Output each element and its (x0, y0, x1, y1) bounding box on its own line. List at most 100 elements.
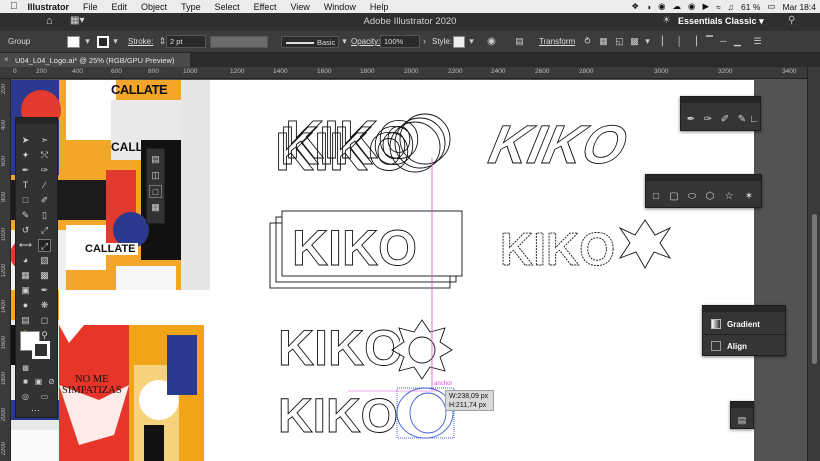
menu-window[interactable]: Window (324, 2, 356, 12)
selection-tool-icon[interactable]: ➤ (19, 134, 32, 147)
search-icon[interactable]: ⚲ (788, 15, 795, 26)
tools-panel-header[interactable] (16, 118, 57, 124)
shaper-tool-icon[interactable]: ✎ (19, 209, 32, 222)
menu-effect[interactable]: Effect (254, 2, 277, 12)
lasso-tool-icon[interactable]: ⤲ (38, 149, 51, 162)
menu-file[interactable]: File (83, 2, 98, 12)
vertical-ruler[interactable]: 200 400 600 800 1000 1200 1400 1600 1800… (0, 79, 11, 461)
reference-point-icon[interactable]: ▦ (598, 36, 609, 47)
volume-icon[interactable]: ♫ (728, 2, 734, 12)
panel-menu-icon[interactable]: ☰ (752, 36, 763, 47)
battery-icon[interactable]: ▭ (767, 1, 775, 12)
draw-mode-icon[interactable]: ◎ (19, 390, 32, 403)
align-icon[interactable]: ▤ (514, 36, 525, 47)
stroke-weight-field[interactable]: 2 pt (166, 35, 206, 48)
align-top-icon[interactable]: ▔ (704, 36, 715, 47)
wifi-icon[interactable]: ≈ (716, 2, 721, 12)
polygon-shape-icon[interactable]: ⬡ (703, 191, 717, 203)
workspace-switcher[interactable]: Essentials Classic ▾ (678, 14, 774, 29)
opacity-dropdown-icon[interactable]: › (419, 36, 430, 47)
brush-shapes-panel-header[interactable] (681, 97, 760, 103)
style-dropdown-icon[interactable]: ▾ (466, 36, 477, 47)
ellipse-shape-icon[interactable]: ⬭ (685, 191, 699, 203)
cloud-icon[interactable]: ☁ (673, 1, 682, 12)
scale-tool-icon[interactable]: ⤢ (38, 224, 51, 237)
stroke-color-box[interactable] (32, 341, 50, 359)
play-icon[interactable]: ▶ (702, 1, 709, 12)
shield-icon[interactable]: ◑ (646, 2, 651, 12)
close-tab-icon[interactable]: × (4, 55, 9, 64)
paintbrush-tool-icon[interactable]: ✐ (38, 194, 51, 207)
shape-tools-panel-header[interactable] (646, 175, 761, 181)
edit-toolbar-icon[interactable]: ⋯ (29, 404, 42, 417)
apple-menu-icon[interactable]:  (10, 1, 18, 12)
document-tab[interactable]: × U04_L04_Logo.ai* @ 25% (RGB/GPU Previe… (0, 53, 190, 67)
dropbox-icon[interactable]: ❖ (631, 1, 639, 12)
flyout-perspective-icon[interactable]: ▦ (149, 201, 162, 214)
variable-width-profile[interactable] (210, 36, 268, 48)
live-paint-tool-icon[interactable]: ▧ (38, 254, 51, 267)
gradient-mode-icon[interactable]: ▣ (32, 375, 45, 388)
flyout-free-transform-icon[interactable]: □ (149, 185, 162, 198)
pen-tool-icon[interactable]: ✒ (19, 164, 32, 177)
brush-tool-5-icon[interactable]: ∟ (747, 114, 761, 126)
align-bottom-icon[interactable]: ▁ (732, 36, 743, 47)
rectangle-shape-icon[interactable]: □ (649, 191, 663, 203)
gradient-panel-button[interactable]: Gradient (703, 314, 787, 335)
rectangle-tool-icon[interactable]: □ (19, 194, 32, 207)
menu-app-name[interactable]: Illustrator (28, 2, 70, 12)
menu-edit[interactable]: Edit (112, 2, 128, 12)
properties-panel-icon[interactable]: ▤ (735, 414, 749, 426)
artboard-tool-icon[interactable]: ◻ (38, 314, 51, 327)
align-right-icon[interactable]: ▕ (688, 36, 699, 47)
scrollbar-thumb[interactable] (812, 214, 817, 364)
menu-help[interactable]: Help (370, 2, 389, 12)
eyedropper-tool-icon[interactable]: ✒ (38, 284, 51, 297)
select-similar-icon[interactable]: ▩ (629, 36, 640, 47)
flyout-warp-icon[interactable]: ▤ (149, 153, 162, 166)
graphic-style-swatch[interactable] (453, 36, 465, 48)
type-tool-icon[interactable]: T (19, 179, 32, 192)
brush-definition[interactable]: Basic (281, 36, 339, 48)
width-tool-icon[interactable]: ⟷ (19, 239, 32, 252)
blend-tool-icon[interactable]: ● (19, 299, 32, 312)
star-shape-icon[interactable]: ☆ (722, 191, 736, 203)
transform-link[interactable]: Transform (539, 37, 575, 46)
brush-tool-3-icon[interactable]: ✐ (718, 114, 732, 126)
align-hcenter-icon[interactable]: │ (674, 36, 685, 47)
symbol-sprayer-tool-icon[interactable]: ❋ (38, 299, 51, 312)
direct-selection-tool-icon[interactable]: ➣ (38, 134, 51, 147)
mesh-tool-icon[interactable]: ▩ (38, 269, 51, 282)
none-mode-icon[interactable]: ⊘ (45, 375, 58, 388)
opacity-label[interactable]: Opacity: (351, 37, 380, 46)
rounded-rectangle-shape-icon[interactable]: ▢ (667, 191, 681, 203)
transform-icon[interactable]: ⥁ (582, 36, 593, 47)
stroke-swatch[interactable] (97, 36, 109, 48)
collapsed-panel-stack-header[interactable] (703, 306, 785, 312)
menu-type[interactable]: Type (181, 2, 201, 12)
menu-select[interactable]: Select (215, 2, 240, 12)
fill-dropdown-icon[interactable]: ▾ (82, 36, 93, 47)
align-vcenter-icon[interactable]: ─ (718, 36, 729, 47)
vertical-scrollbar[interactable] (807, 67, 820, 461)
isolate-group-icon[interactable]: ◱ (614, 36, 625, 47)
eraser-tool-icon[interactable]: ▯ (38, 209, 51, 222)
fill-swatch[interactable] (67, 36, 80, 48)
align-panel-button[interactable]: Align (703, 336, 787, 357)
curvature-tool-icon[interactable]: ✑ (38, 164, 51, 177)
brush-tool-2-icon[interactable]: ✑ (701, 114, 715, 126)
line-tool-icon[interactable]: ∕ (38, 179, 51, 192)
stroke-dropdown-icon[interactable]: ▾ (110, 36, 121, 47)
battery-percent[interactable]: 61 % (741, 2, 760, 12)
free-transform-tool-icon[interactable]: ⤢ (38, 239, 51, 252)
menu-view[interactable]: View (290, 2, 309, 12)
screen-mode-icon[interactable]: ▭ (38, 390, 51, 403)
default-colors-icon[interactable]: ▩ (19, 362, 32, 375)
clock[interactable]: Mar 18:4 (782, 2, 816, 12)
flyout-free-distort-icon[interactable]: ◫ (149, 169, 162, 182)
align-left-icon[interactable]: ▏ (660, 36, 671, 47)
color-mode-icon[interactable]: ■ (19, 375, 32, 388)
rotate-tool-icon[interactable]: ↺ (19, 224, 32, 237)
magic-wand-tool-icon[interactable]: ✦ (19, 149, 32, 162)
ghost-icon[interactable]: ◉ (658, 1, 665, 12)
